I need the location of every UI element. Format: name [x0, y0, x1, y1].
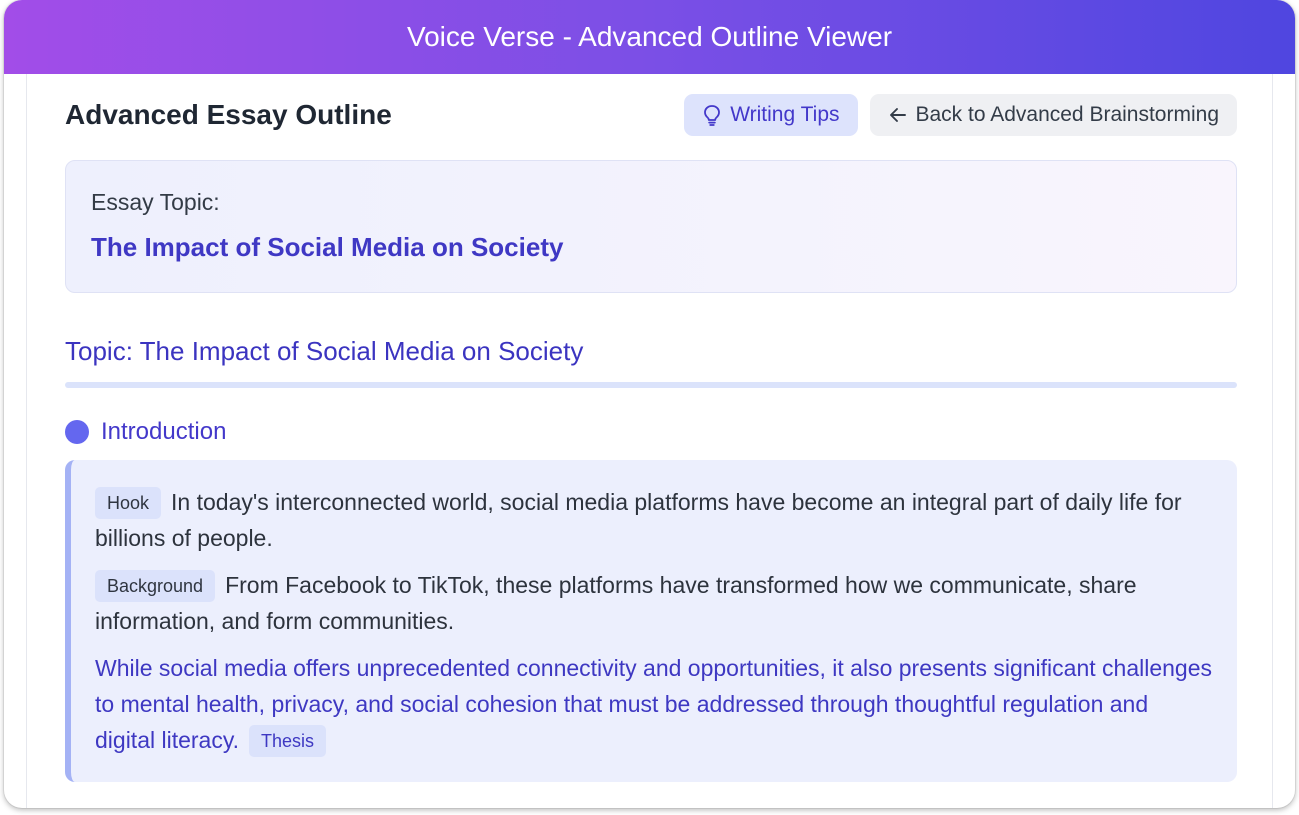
thesis-tag: Thesis: [249, 725, 327, 757]
essay-topic-value: The Impact of Social Media on Society: [91, 232, 564, 262]
page-header: Advanced Essay Outline Writing Tips Back…: [65, 94, 1237, 136]
divider: [65, 382, 1237, 388]
lightbulb-icon: [702, 104, 722, 126]
outline-topic-heading: Topic: The Impact of Social Media on Soc…: [65, 336, 584, 366]
section-heading[interactable]: Introduction: [65, 418, 226, 446]
window-title: Voice Verse - Advanced Outline Viewer: [406, 21, 893, 52]
thesis-paragraph: While social media offers unprecedented …: [95, 650, 1213, 758]
app-window: Voice Verse - Advanced Outline Viewer Ad…: [4, 0, 1295, 808]
introduction-content: Hook In today's interconnected world, soc…: [65, 460, 1237, 782]
section-title: Introduction: [101, 418, 227, 445]
writing-tips-button[interactable]: Writing Tips: [684, 94, 858, 136]
back-button[interactable]: Back to Advanced Brainstorming: [869, 94, 1237, 136]
essay-topic-card: Essay Topic: The Impact of Social Media …: [65, 160, 1237, 293]
back-button-label: Back to Advanced Brainstorming: [915, 103, 1220, 126]
background-text: From Facebook to TikTok, these platforms…: [95, 572, 1137, 634]
hook-paragraph: Hook In today's interconnected world, soc…: [95, 484, 1213, 556]
arrow-left-icon: [888, 105, 908, 125]
dot-icon: [65, 420, 89, 444]
hook-text: In today's interconnected world, social …: [95, 489, 1182, 551]
background-tag: Background: [95, 570, 216, 602]
header-actions: Writing Tips Back to Advanced Brainstorm…: [684, 94, 1237, 136]
background-paragraph: Background From Facebook to TikTok, these…: [95, 567, 1213, 639]
writing-tips-label: Writing Tips: [730, 103, 840, 126]
essay-topic-label: Essay Topic:: [91, 189, 220, 215]
page-title: Advanced Essay Outline: [65, 99, 392, 130]
title-bar: Voice Verse - Advanced Outline Viewer: [4, 0, 1295, 74]
main-content: Advanced Essay Outline Writing Tips Back…: [26, 74, 1273, 808]
hook-tag: Hook: [95, 487, 162, 519]
